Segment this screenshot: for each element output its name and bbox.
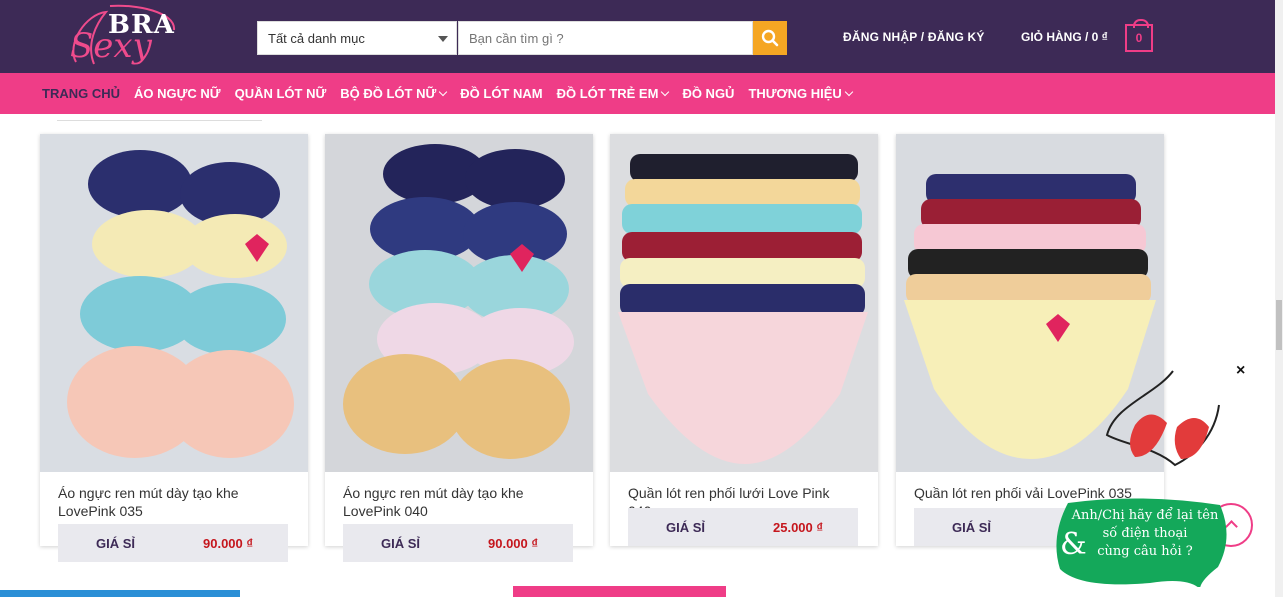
category-select[interactable]: Tất cả danh mục bbox=[257, 21, 457, 55]
price-value: 90.000 ₫ bbox=[488, 535, 539, 551]
search-button[interactable] bbox=[753, 21, 787, 55]
caret-down-icon bbox=[438, 36, 448, 42]
scrollbar-thumb[interactable] bbox=[1276, 300, 1282, 350]
product-card[interactable]: Quần lót ren phối lưới Love Pink 040 GIÁ… bbox=[610, 134, 878, 546]
product-title[interactable]: Áo ngực ren mút dày tạo khe LovePink 035 bbox=[58, 484, 283, 520]
main-nav: TRANG CHỦ ÁO NGỰC NỮ QUẦN LÓT NỮ BỘ ĐỒ L… bbox=[0, 73, 1275, 114]
cart-icon[interactable]: 0 bbox=[1125, 19, 1153, 52]
product-image[interactable] bbox=[325, 134, 593, 472]
price-label: GIÁ SỈ bbox=[96, 535, 136, 551]
price-bar: GIÁ SỈ 90.000 ₫ bbox=[58, 524, 288, 562]
bra-photo bbox=[40, 134, 308, 472]
bra-photo bbox=[325, 134, 593, 472]
chevron-down-icon bbox=[844, 87, 854, 97]
login-register-link[interactable]: ĐĂNG NHẬP / ĐĂNG KÝ bbox=[843, 30, 985, 44]
nav-item-kids-underwear[interactable]: ĐỒ LÓT TRẺ EM bbox=[557, 86, 670, 101]
cart-count: 0 bbox=[1135, 31, 1143, 45]
contact-bubble[interactable]: & Anh/Chị hãy để lại tên số điện thoại c… bbox=[1050, 497, 1232, 587]
page: BRA Sexy Tất cả danh mục ĐĂNG NHẬP / ĐĂN… bbox=[0, 0, 1283, 597]
nav-item-lingerie-sets[interactable]: BỘ ĐỒ LÓT NỮ bbox=[340, 86, 448, 101]
nav-item-brands[interactable]: THƯƠNG HIỆU bbox=[748, 86, 854, 101]
price-label: GIÁ SỈ bbox=[666, 519, 706, 535]
price-bar: GIÁ SỈ 90.000 ₫ bbox=[343, 524, 573, 562]
product-title[interactable]: Áo ngực ren mút dày tạo khe LovePink 040 bbox=[343, 484, 568, 520]
footer-strip bbox=[513, 586, 726, 597]
price-label: GIÁ SỈ bbox=[381, 535, 421, 551]
cart-link[interactable]: GIỎ HÀNG / 0 ₫ bbox=[1021, 30, 1108, 44]
nav-item-sleepwear[interactable]: ĐỒ NGỦ bbox=[682, 86, 734, 101]
nav-item-men-underwear[interactable]: ĐỒ LÓT NAM bbox=[460, 86, 542, 101]
chevron-down-icon bbox=[661, 87, 670, 97]
product-image[interactable] bbox=[40, 134, 308, 472]
product-image[interactable] bbox=[610, 134, 878, 472]
section-divider bbox=[57, 120, 262, 121]
panty-photo bbox=[610, 134, 878, 472]
chevron-down-icon bbox=[439, 87, 448, 97]
category-select-value: Tất cả danh mục bbox=[268, 30, 365, 46]
nav-item-home[interactable]: TRANG CHỦ bbox=[42, 86, 120, 101]
search-input[interactable] bbox=[458, 21, 753, 55]
price-bar: GIÁ SỈ 25.000 ₫ bbox=[628, 508, 858, 546]
price-value: 25.000 ₫ bbox=[773, 519, 824, 535]
nav-item-panties[interactable]: QUẦN LÓT NỮ bbox=[235, 86, 327, 101]
nav-item-bras[interactable]: ÁO NGỰC NỮ bbox=[134, 86, 221, 101]
footer-strip bbox=[0, 590, 240, 597]
site-logo[interactable]: BRA Sexy bbox=[66, 4, 184, 70]
search-icon bbox=[761, 29, 779, 47]
logo-text-sexy: Sexy bbox=[70, 26, 152, 66]
price-label: GIÁ SỈ bbox=[952, 519, 992, 535]
close-icon[interactable]: × bbox=[1236, 362, 1245, 380]
price-value: 90.000 ₫ bbox=[203, 535, 254, 551]
header-bar: BRA Sexy Tất cả danh mục ĐĂNG NHẬP / ĐĂN… bbox=[0, 0, 1275, 73]
product-card[interactable]: Áo ngực ren mút dày tạo khe LovePink 035… bbox=[40, 134, 308, 562]
model-illustration bbox=[1105, 370, 1220, 467]
product-card[interactable]: Áo ngực ren mút dày tạo khe LovePink 040… bbox=[325, 134, 593, 562]
contact-message: Anh/Chị hãy để lại tên số điện thoại cùn… bbox=[1071, 508, 1219, 559]
page-scrollbar[interactable] bbox=[1275, 0, 1283, 597]
